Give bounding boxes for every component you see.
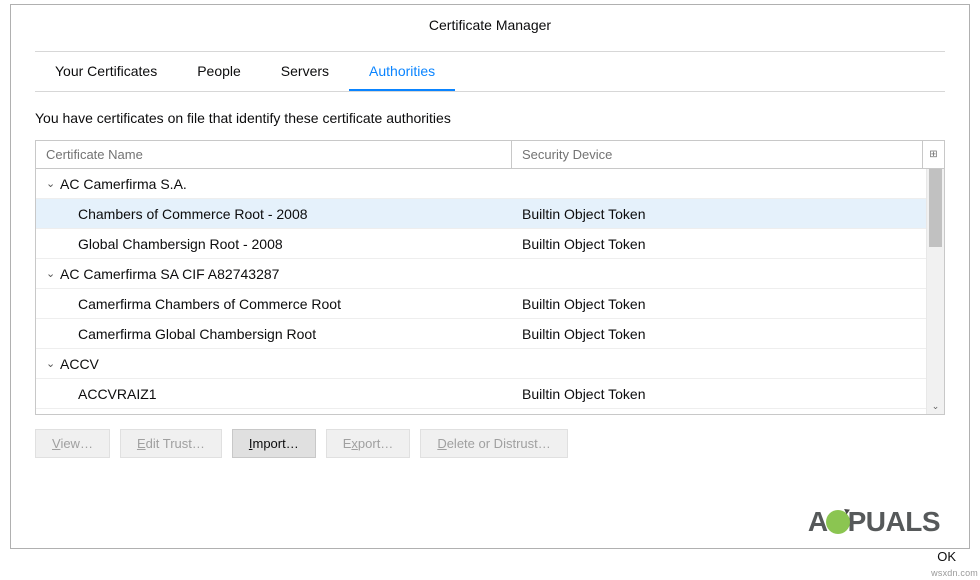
dialog-content: Your Certificates People Servers Authori… (11, 51, 969, 458)
export-button[interactable]: Export… (326, 429, 411, 458)
chevron-down-icon: ⌄ (46, 177, 60, 190)
table-header: Certificate Name Security Device ⊞ (36, 141, 944, 169)
column-header-name[interactable]: Certificate Name (36, 141, 512, 168)
leaf-icon (826, 510, 850, 534)
tab-servers[interactable]: Servers (261, 52, 349, 91)
table-row[interactable]: Camerfirma Global Chambersign Root Built… (36, 319, 944, 349)
chevron-down-icon: ⌄ (46, 357, 60, 370)
source-text: wsxdn.com (931, 568, 978, 578)
cert-device: Builtin Object Token (512, 296, 944, 312)
tab-bar: Your Certificates People Servers Authori… (35, 51, 945, 92)
ok-button[interactable]: OK (927, 545, 966, 568)
import-button[interactable]: Import… (232, 429, 316, 458)
watermark-text-before: A (808, 506, 828, 538)
column-picker-icon[interactable]: ⊞ (922, 141, 944, 168)
cert-name: Camerfirma Chambers of Commerce Root (78, 296, 341, 312)
table-row[interactable]: Camerfirma Chambers of Commerce Root Bui… (36, 289, 944, 319)
delete-button[interactable]: Delete or Distrust… (420, 429, 567, 458)
dialog-title: Certificate Manager (11, 5, 969, 51)
table-row[interactable]: Global Chambersign Root - 2008 Builtin O… (36, 229, 944, 259)
cert-device: Builtin Object Token (512, 386, 944, 402)
table-body: ⌄AC Camerfirma S.A. Chambers of Commerce… (36, 169, 944, 415)
cert-name: Chambers of Commerce Root - 2008 (78, 206, 308, 222)
action-buttons: View… Edit Trust… Import… Export… Delete… (35, 415, 945, 458)
cert-device: Builtin Object Token (512, 326, 944, 342)
cert-device: Builtin Object Token (512, 206, 944, 222)
tab-people[interactable]: People (177, 52, 261, 91)
watermark-text-after: PUALS (848, 506, 940, 538)
table-row[interactable]: ACCVRAIZ1 Builtin Object Token (36, 379, 944, 409)
cert-name: Camerfirma Global Chambersign Root (78, 326, 316, 342)
edit-trust-button[interactable]: Edit Trust… (120, 429, 222, 458)
tab-your-certificates[interactable]: Your Certificates (35, 52, 177, 91)
cert-name: Global Chambersign Root - 2008 (78, 236, 283, 252)
tab-authorities[interactable]: Authorities (349, 52, 455, 91)
certificate-manager-dialog: Certificate Manager Your Certificates Pe… (10, 4, 970, 549)
chevron-down-icon: ⌄ (46, 267, 60, 280)
view-button[interactable]: View… (35, 429, 110, 458)
vertical-scrollbar[interactable]: ⌄ (926, 169, 944, 414)
column-header-device[interactable]: Security Device (512, 141, 922, 168)
cert-device: Builtin Object Token (512, 236, 944, 252)
table-row-group[interactable]: ⌄AC Camerfirma S.A. (36, 169, 944, 199)
table-row-group[interactable]: ⌄ACCV (36, 349, 944, 379)
certificate-table: Certificate Name Security Device ⊞ ⌄AC C… (35, 140, 945, 415)
cert-name: AC Camerfirma SA CIF A82743287 (60, 266, 279, 282)
watermark-logo: A PUALS (808, 506, 940, 538)
cert-name: AC Camerfirma S.A. (60, 176, 187, 192)
table-row[interactable]: Chambers of Commerce Root - 2008 Builtin… (36, 199, 944, 229)
tab-description: You have certificates on file that ident… (35, 92, 945, 140)
scroll-thumb[interactable] (929, 169, 942, 247)
cert-name: ACCVRAIZ1 (78, 386, 157, 402)
chevron-down-icon[interactable]: ⌄ (927, 401, 944, 412)
cert-name: ACCV (60, 356, 99, 372)
table-row-group[interactable]: ⌄AC Camerfirma SA CIF A82743287 (36, 259, 944, 289)
